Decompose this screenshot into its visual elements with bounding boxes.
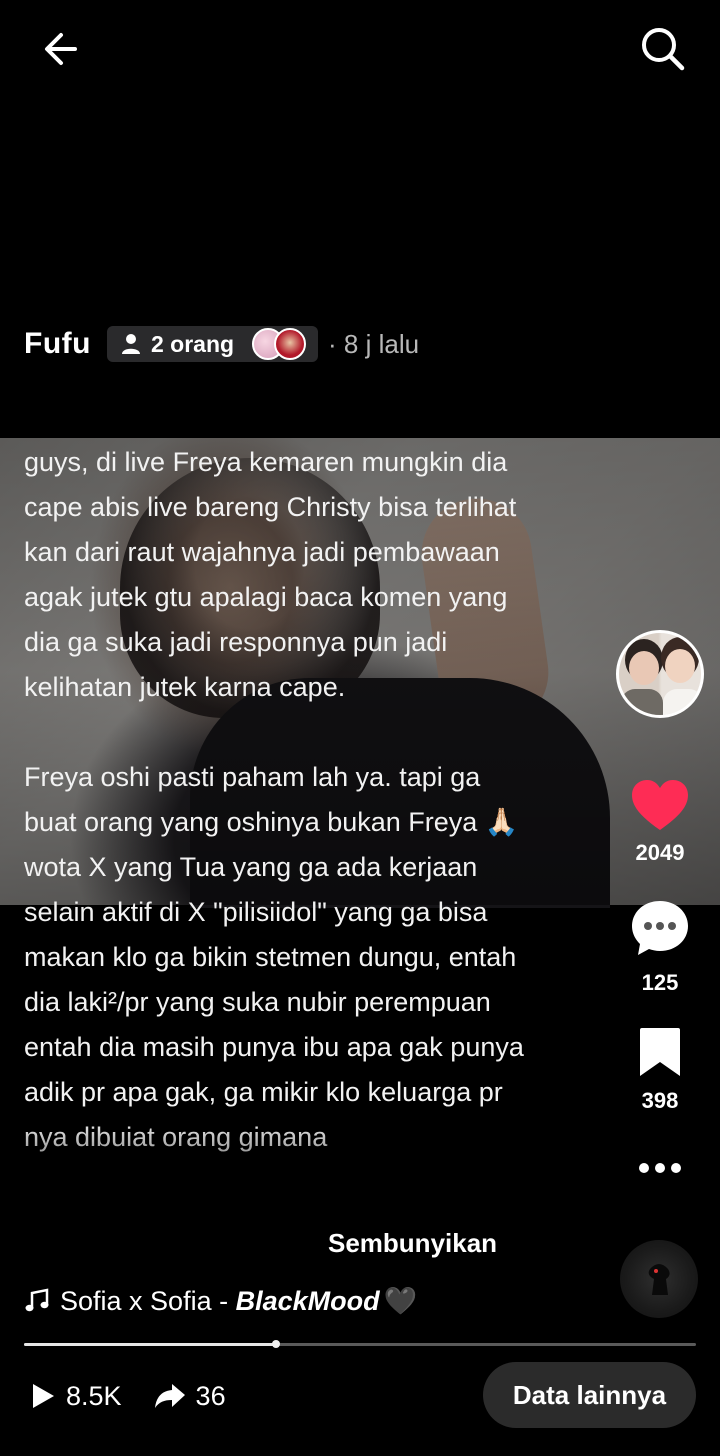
music-emoji: 🖤 xyxy=(383,1286,418,1316)
search-icon xyxy=(642,28,685,71)
avatar xyxy=(274,328,307,360)
avatar-face xyxy=(665,649,695,683)
save-button[interactable]: 398 xyxy=(620,1026,700,1114)
avatar-figure xyxy=(663,689,701,715)
save-count: 398 xyxy=(641,1088,679,1113)
caption-text: guys, di live Freya kemaren mungkin dia … xyxy=(24,440,534,1230)
caption-paragraph: Freya oshi pasti paham lah ya. tapi ga b… xyxy=(24,762,524,1152)
author-name[interactable]: Fufu xyxy=(24,327,91,361)
creator-avatar[interactable] xyxy=(616,630,704,718)
people-count: 2 orang xyxy=(150,330,235,357)
arrow-left-icon xyxy=(45,33,77,65)
person-icon xyxy=(121,334,140,354)
bookmark-icon xyxy=(640,1028,680,1076)
heart-icon xyxy=(632,780,688,830)
share-arrow-icon xyxy=(154,1384,185,1408)
avatar-figure xyxy=(621,689,663,715)
stats-bar: 8.5K 36 xyxy=(30,1378,246,1414)
tagged-avatars xyxy=(252,328,307,360)
avatar-face xyxy=(629,651,659,685)
music-disc-button[interactable] xyxy=(620,1240,698,1318)
music-artist: Sofia x Sofia - xyxy=(60,1285,236,1316)
like-button[interactable]: 2049 xyxy=(620,778,700,866)
search-button[interactable] xyxy=(640,26,686,72)
share-count: 36 xyxy=(195,1380,226,1411)
music-title: BlackMood xyxy=(235,1285,380,1316)
view-stat: 8.5K xyxy=(30,1381,122,1412)
music-row[interactable]: Sofia x Sofia - BlackMood 🖤 xyxy=(24,1282,417,1320)
video-progress-bar[interactable] xyxy=(24,1340,696,1348)
view-count: 8.5K xyxy=(66,1380,122,1411)
comment-icon xyxy=(632,901,688,955)
share-stat: 36 xyxy=(154,1381,226,1412)
post-time: · 8 j lalu xyxy=(328,328,420,359)
people-tag-pill[interactable]: 2 orang xyxy=(106,326,319,362)
play-icon xyxy=(33,1384,54,1408)
progress-fill xyxy=(24,1343,276,1346)
more-options-button[interactable] xyxy=(620,1160,700,1176)
music-note-icon xyxy=(25,1288,49,1312)
music-disc-icon xyxy=(648,1264,670,1295)
back-button[interactable] xyxy=(38,26,84,72)
comment-count: 125 xyxy=(641,970,679,995)
more-data-button[interactable]: Data lainnya xyxy=(483,1362,696,1428)
more-dots-icon xyxy=(639,1163,681,1173)
caption-paragraph: guys, di live Freya kemaren mungkin dia … xyxy=(24,447,517,702)
hide-caption-button[interactable]: Sembunyikan xyxy=(328,1228,497,1259)
comment-button[interactable]: 125 xyxy=(620,898,700,996)
author-row: Fufu 2 orang · 8 j lalu xyxy=(24,324,419,364)
progress-knob[interactable] xyxy=(272,1340,280,1348)
like-count: 2049 xyxy=(635,840,685,865)
